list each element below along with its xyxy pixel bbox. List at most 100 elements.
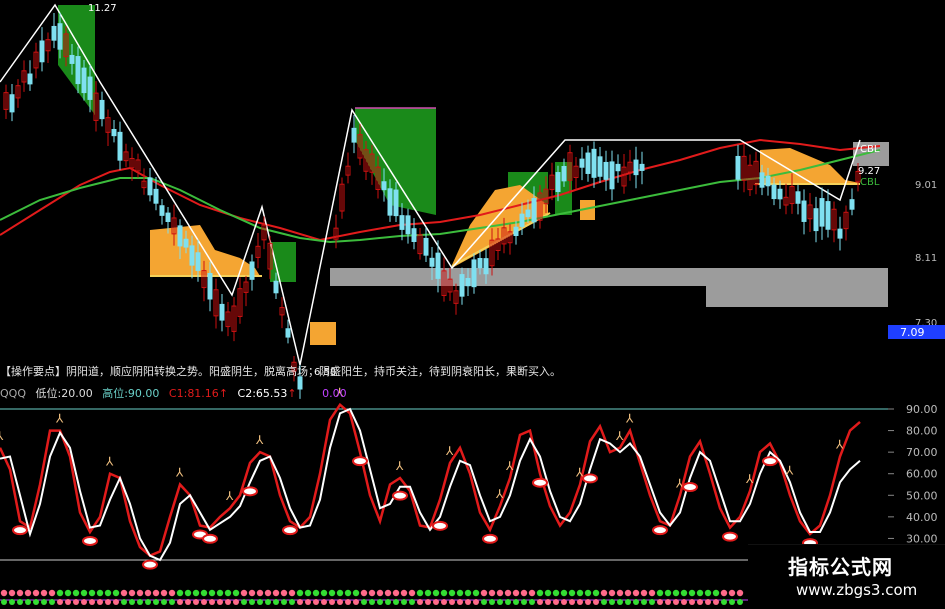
indicator-legend: QQQ 低位:20.00 高位:90.00 C1:81.16↑ C2:65.53… <box>0 385 353 401</box>
signal-dot <box>593 599 599 605</box>
signal-dot <box>416 589 424 597</box>
signal-dot <box>441 599 447 605</box>
signal-dot <box>513 599 519 605</box>
signal-dot <box>737 599 743 605</box>
signal-dot <box>648 589 656 597</box>
signal-dot <box>608 589 616 597</box>
peak-marker: ⅄ <box>0 429 4 443</box>
signal-dot <box>113 599 119 605</box>
signal-dot <box>288 589 296 597</box>
signal-dot <box>81 599 87 605</box>
signal-dot <box>529 599 535 605</box>
legend-extra-value: 0.00 <box>322 387 347 400</box>
cbl-value-label: 9.27 <box>858 166 880 177</box>
peak-marker: ⅄ <box>105 455 114 469</box>
signal-dot <box>97 599 103 605</box>
candle-body <box>9 94 15 113</box>
signal-dot <box>8 589 16 597</box>
candle-body <box>465 277 471 287</box>
signal-dot <box>105 599 111 605</box>
current-price-label: 7.09 <box>900 326 925 339</box>
signal-dot <box>656 589 664 597</box>
trough-marker <box>722 531 738 542</box>
candle-body <box>81 67 87 94</box>
legend-c1-label: C1: <box>168 387 188 400</box>
signal-dot <box>289 599 295 605</box>
signal-dot <box>713 599 719 605</box>
candle-body <box>609 161 615 190</box>
signal-dot <box>57 599 63 605</box>
cbl-upper-label: CBL <box>860 144 880 155</box>
candle-body <box>525 209 531 218</box>
signal-dot <box>32 589 40 597</box>
signal-dot <box>392 589 400 597</box>
signal-dot <box>1 599 7 605</box>
signal-dot <box>280 589 288 597</box>
candle-body <box>801 200 807 222</box>
osc-tick-label: 80.00 <box>906 425 938 438</box>
signal-dot <box>641 599 647 605</box>
signal-dot <box>264 589 272 597</box>
signal-dot <box>432 589 440 597</box>
candle-body <box>639 163 645 171</box>
grey-band-1 <box>330 268 888 286</box>
signal-dot <box>128 589 136 597</box>
signal-dot <box>281 599 287 605</box>
candle-body <box>633 159 639 176</box>
price-panel: 11.27 6.58 CBL 9.27 CBL 9.01 8.11 7.30 7… <box>0 3 945 399</box>
signal-dot <box>664 589 672 597</box>
signal-dot <box>297 599 303 605</box>
trough-marker <box>202 533 218 544</box>
candle-body <box>351 127 357 143</box>
watermark-url: www.zbgs3.com <box>796 581 918 599</box>
peak-marker: ⅄ <box>745 472 754 486</box>
signal-dot <box>457 599 463 605</box>
candle-body <box>561 165 567 182</box>
signal-dot <box>129 599 135 605</box>
candle-body <box>249 261 255 280</box>
signal-dot <box>616 589 624 597</box>
signal-dot <box>689 599 695 605</box>
signal-dot <box>552 589 560 597</box>
strategy-hint-text: 【操作要点】阴阳道，顺应阴阳转换之势。阳盛阴生，脱离高场；阴盛阳生，持币关注，待… <box>0 365 561 378</box>
signal-dot <box>24 589 32 597</box>
candle-body <box>147 177 153 196</box>
candle-body <box>795 191 801 204</box>
candle-body <box>459 274 465 297</box>
signal-dot <box>665 599 671 605</box>
candle-body <box>603 161 609 180</box>
candle-body <box>771 184 777 200</box>
signal-dot <box>73 599 79 605</box>
signal-dot <box>393 599 399 605</box>
candle-body <box>165 212 171 223</box>
trough-marker <box>762 456 778 467</box>
candle-body <box>597 156 603 177</box>
signal-dot <box>217 599 223 605</box>
signal-dot <box>617 599 623 605</box>
signal-dot <box>520 589 528 597</box>
signal-dot <box>505 599 511 605</box>
osc-tick-label: 70.00 <box>906 446 938 459</box>
osc-axis: 90.0080.0070.0060.0050.0040.0030.0020.00 <box>888 403 938 567</box>
signal-dot <box>160 589 168 597</box>
signal-dot <box>537 599 543 605</box>
candle-body <box>849 199 855 210</box>
green-zone-5 <box>270 242 296 282</box>
legend-low-value: 20.00 <box>61 387 93 400</box>
legend-high-value: 90.00 <box>127 387 160 400</box>
chart-canvas: 11.27 6.58 CBL 9.27 CBL 9.01 8.11 7.30 7… <box>0 3 945 605</box>
legend-c2-value: 65.53 <box>255 387 288 400</box>
strategy-hint: 【操作要点】阴阳道，顺应阴阳转换之势。阳盛阴生，脱离高场；阴盛阳生，持币关注，待… <box>0 363 890 379</box>
peak-marker: ⅄ <box>175 466 184 480</box>
signal-dot <box>720 589 728 597</box>
signal-dot <box>48 589 56 597</box>
signal-dot <box>225 599 231 605</box>
candle-body <box>477 258 483 269</box>
signal-dot <box>168 589 176 597</box>
signal-dot <box>16 589 24 597</box>
signal-dot <box>409 599 415 605</box>
candle-body <box>591 148 597 178</box>
candle-body <box>393 189 399 217</box>
signal-dot <box>705 599 711 605</box>
signal-dot <box>249 599 255 605</box>
